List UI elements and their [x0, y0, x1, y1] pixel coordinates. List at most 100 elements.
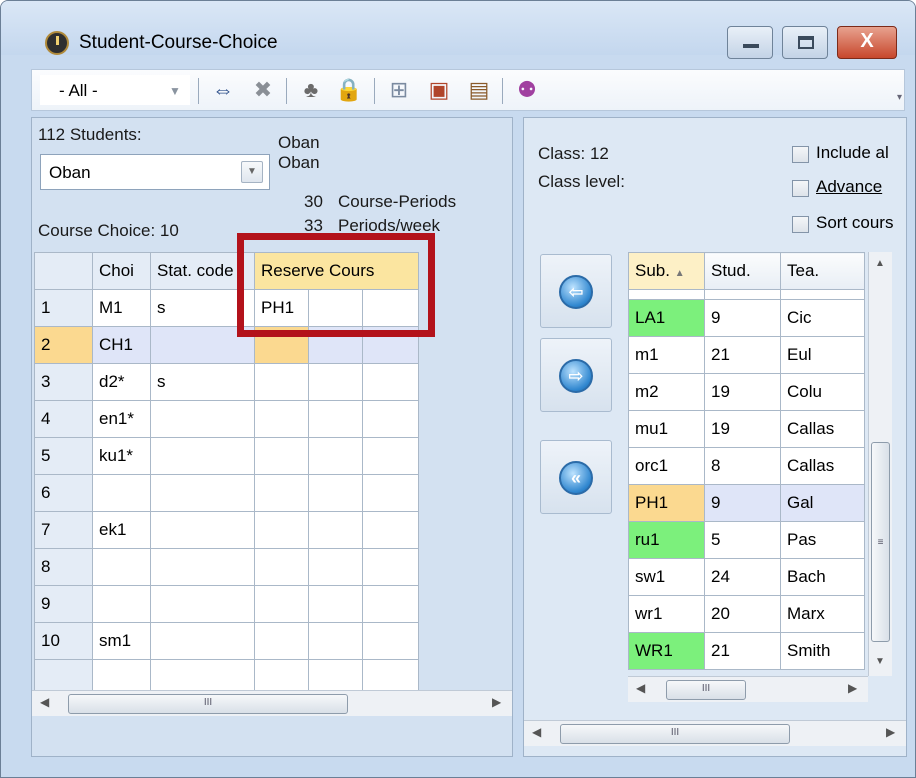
column-header-choice[interactable]: Choi: [92, 252, 151, 290]
column-header-students[interactable]: Stud.: [704, 252, 781, 290]
table-row[interactable]: ru1 5 Pas: [628, 521, 865, 559]
chevron-down-icon[interactable]: ▼: [165, 80, 185, 102]
advance-checkbox[interactable]: [792, 180, 809, 197]
chevron-down-icon[interactable]: ▼: [241, 161, 263, 183]
row-number[interactable]: 3: [34, 363, 93, 401]
toolbar-overflow-icon[interactable]: ▾: [897, 92, 902, 103]
swap-arrows-icon[interactable]: ⇔: [208, 75, 238, 105]
stat-code-cell[interactable]: [150, 400, 255, 438]
move-left-button[interactable]: ⇦: [540, 254, 612, 328]
table-row[interactable]: 5 ku1*: [34, 437, 419, 475]
vertical-scrollbar[interactable]: ▲ ≡ ▼: [868, 252, 892, 676]
table-row[interactable]: 1 M1 s PH1: [34, 289, 419, 327]
choice-cell[interactable]: ku1*: [92, 437, 151, 475]
subject-cell[interactable]: [628, 289, 705, 300]
scroll-right-icon[interactable]: ▶: [886, 725, 895, 739]
teacher-cell[interactable]: Pas: [780, 521, 865, 559]
table-row[interactable]: 3 d2* s: [34, 363, 419, 401]
table-row[interactable]: 8: [34, 548, 419, 586]
table-row[interactable]: LA1 9 Cic: [628, 299, 865, 337]
grid-icon[interactable]: ⊞: [384, 75, 414, 105]
reserve-course-cell[interactable]: [362, 622, 419, 660]
column-header-subject[interactable]: Sub. ▲: [628, 252, 705, 290]
students-cell[interactable]: 5: [704, 521, 781, 559]
subject-cell[interactable]: ru1: [628, 521, 705, 559]
maximize-button[interactable]: [782, 26, 828, 59]
choice-cell[interactable]: d2*: [92, 363, 151, 401]
reserve-course-cell[interactable]: [362, 363, 419, 401]
stat-code-cell[interactable]: [150, 437, 255, 475]
reserve-course-cell[interactable]: [308, 400, 363, 438]
include-all-label[interactable]: Include al: [816, 143, 889, 163]
reserve-course-cell[interactable]: [308, 474, 363, 512]
reserve-course-cell[interactable]: [362, 326, 419, 364]
stat-code-cell[interactable]: [150, 326, 255, 364]
choice-cell[interactable]: [92, 474, 151, 512]
hierarchy-icon[interactable]: ♣: [296, 75, 326, 105]
table-row[interactable]: WR1 21 Smith: [628, 632, 865, 670]
scroll-down-icon[interactable]: ▼: [875, 656, 885, 667]
choice-cell[interactable]: [92, 585, 151, 623]
reserve-course-cell[interactable]: [254, 622, 309, 660]
choice-cell[interactable]: en1*: [92, 400, 151, 438]
reserve-course-cell-active[interactable]: [254, 326, 309, 364]
row-number[interactable]: 4: [34, 400, 93, 438]
reserve-course-cell[interactable]: [254, 511, 309, 549]
advance-label[interactable]: Advance: [816, 177, 882, 197]
reserve-course-cell[interactable]: [362, 437, 419, 475]
reserve-course-cell[interactable]: [308, 289, 363, 327]
row-number[interactable]: 10: [34, 622, 93, 660]
scroll-left-icon[interactable]: ◀: [40, 695, 49, 709]
students-cell[interactable]: 8: [704, 447, 781, 485]
subject-cell[interactable]: orc1: [628, 447, 705, 485]
teacher-cell[interactable]: Callas: [780, 447, 865, 485]
reserve-course-cell[interactable]: [254, 548, 309, 586]
scroll-thumb[interactable]: III: [68, 694, 348, 714]
horizontal-scrollbar[interactable]: ◀ III ▶: [524, 720, 906, 746]
table-row[interactable]: 10 sm1: [34, 622, 419, 660]
table-row-selected[interactable]: 2 CH1: [34, 326, 419, 364]
table-row-selected[interactable]: PH1 9 Gal: [628, 484, 865, 522]
table-row[interactable]: 7 ek1: [34, 511, 419, 549]
reserve-course-cell[interactable]: [362, 400, 419, 438]
table-row[interactable]: wr1 20 Marx: [628, 595, 865, 633]
table-row[interactable]: m1 21 Eul: [628, 336, 865, 374]
students-cell[interactable]: 20: [704, 595, 781, 633]
table-row[interactable]: 4 en1*: [34, 400, 419, 438]
column-header-teacher[interactable]: Tea.: [780, 252, 865, 290]
choice-cell[interactable]: ek1: [92, 511, 151, 549]
row-number[interactable]: 5: [34, 437, 93, 475]
teacher-cell[interactable]: Marx: [780, 595, 865, 633]
reserve-course-cell[interactable]: [362, 511, 419, 549]
subject-cell[interactable]: sw1: [628, 558, 705, 596]
subject-cell[interactable]: mu1: [628, 410, 705, 448]
users-icon[interactable]: ⚉: [512, 75, 542, 105]
table-row[interactable]: orc1 8 Callas: [628, 447, 865, 485]
stat-code-cell[interactable]: [150, 511, 255, 549]
close-button[interactable]: X: [837, 26, 897, 59]
cancel-schedule-icon[interactable]: ▣: [424, 75, 454, 105]
teacher-cell[interactable]: Bach: [780, 558, 865, 596]
reserve-course-cell[interactable]: [362, 585, 419, 623]
stat-code-cell[interactable]: s: [150, 289, 255, 327]
filter-dropdown[interactable]: - All - ▼: [40, 75, 190, 105]
delete-x-icon[interactable]: ✖: [248, 75, 278, 105]
students-cell[interactable]: 9: [704, 299, 781, 337]
choice-cell[interactable]: CH1: [92, 326, 151, 364]
include-all-checkbox[interactable]: [792, 146, 809, 163]
print-icon[interactable]: ▤: [464, 75, 494, 105]
table-row[interactable]: sw1 24 Bach: [628, 558, 865, 596]
stat-code-cell[interactable]: [150, 548, 255, 586]
sort-courses-checkbox[interactable]: [792, 216, 809, 233]
subject-cell[interactable]: m1: [628, 336, 705, 374]
students-cell[interactable]: 21: [704, 336, 781, 374]
teacher-cell[interactable]: Cic: [780, 299, 865, 337]
row-number[interactable]: 2: [34, 326, 93, 364]
student-dropdown[interactable]: Oban ▼: [40, 154, 270, 190]
title-bar[interactable]: Student-Course-Choice X: [1, 1, 915, 59]
subject-cell[interactable]: WR1: [628, 632, 705, 670]
teacher-cell[interactable]: Callas: [780, 410, 865, 448]
reserve-course-cell[interactable]: [308, 585, 363, 623]
subject-cell[interactable]: PH1: [628, 484, 705, 522]
stat-code-cell[interactable]: [150, 622, 255, 660]
